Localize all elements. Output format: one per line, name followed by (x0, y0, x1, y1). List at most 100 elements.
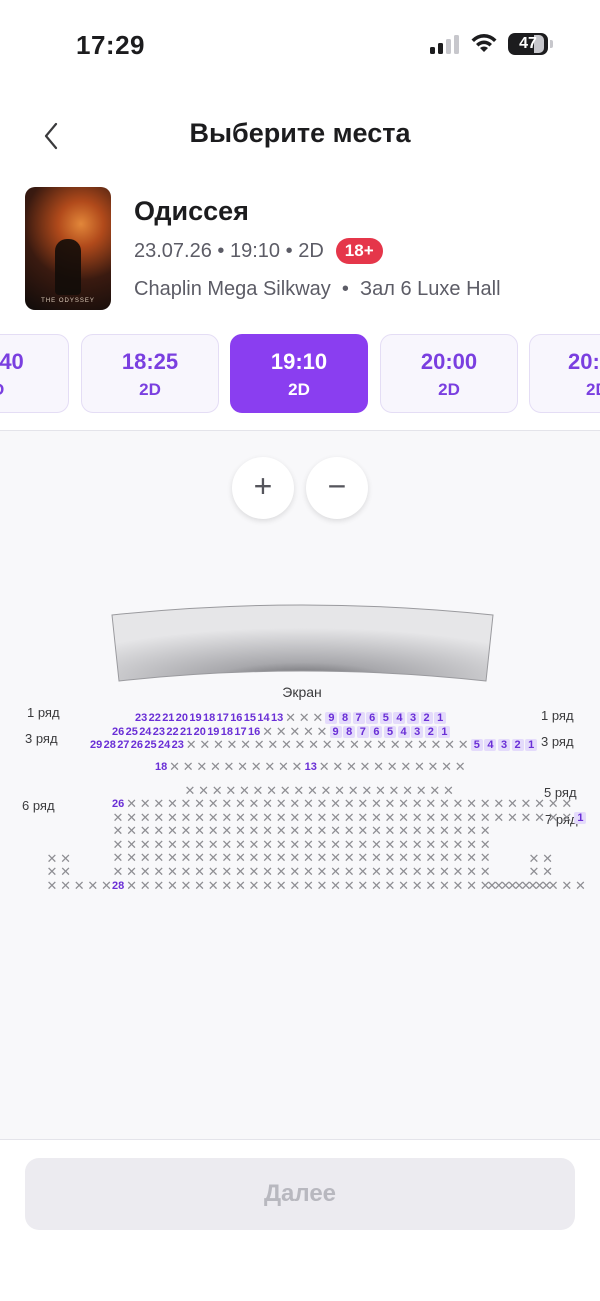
seat-available[interactable]: 1 (434, 712, 447, 724)
seat-taken[interactable]: ✕ (316, 824, 328, 837)
seat-taken[interactable]: ✕ (250, 760, 262, 773)
seat-taken[interactable]: ✕ (454, 760, 466, 773)
seat-taken[interactable]: ✕ (357, 851, 369, 864)
seat-taken[interactable]: ✕ (194, 797, 206, 810)
seat-available[interactable]: 21 (162, 712, 174, 724)
seat-taken[interactable]: ✕ (452, 824, 464, 837)
seat-taken[interactable]: ✕ (425, 879, 437, 892)
seat-taken[interactable]: ✕ (534, 797, 546, 810)
seat-taken[interactable]: ✕ (547, 811, 559, 824)
seat-available[interactable]: 8 (339, 712, 351, 724)
seat-taken[interactable]: ✕ (528, 865, 540, 878)
seat-taken[interactable]: ✕ (153, 865, 165, 878)
seat-taken[interactable]: ✕ (452, 797, 464, 810)
seat-available[interactable]: 4 (484, 739, 497, 751)
seat-taken[interactable]: ✕ (194, 824, 206, 837)
seat-taken[interactable]: ✕ (386, 760, 398, 773)
seat-taken[interactable]: ✕ (398, 865, 410, 878)
zoom-in-button[interactable]: + (232, 457, 294, 519)
seat-taken[interactable]: ✕ (438, 797, 450, 810)
seat-taken[interactable]: ✕ (221, 851, 233, 864)
seat-taken[interactable]: ✕ (411, 865, 423, 878)
seat-taken[interactable]: ✕ (384, 851, 396, 864)
seat-taken[interactable]: ✕ (169, 760, 181, 773)
seat-taken[interactable]: ✕ (139, 824, 151, 837)
seat-taken[interactable]: ✕ (153, 879, 165, 892)
seat-taken[interactable]: ✕ (126, 879, 138, 892)
seat-taken[interactable]: ✕ (248, 879, 260, 892)
seat-taken[interactable]: ✕ (359, 760, 371, 773)
seat-taken[interactable]: ✕ (126, 824, 138, 837)
seat-taken[interactable]: ✕ (126, 851, 138, 864)
seat-taken[interactable]: ✕ (370, 879, 382, 892)
seat-taken[interactable]: ✕ (139, 851, 151, 864)
seat-available[interactable]: 22 (149, 712, 161, 724)
seat-taken[interactable]: ✕ (542, 865, 554, 878)
seat-taken[interactable]: ✕ (345, 760, 357, 773)
seat-available[interactable]: 4 (393, 712, 406, 724)
seat-taken[interactable]: ✕ (335, 738, 347, 751)
seat-taken[interactable]: ✕ (234, 797, 246, 810)
seat-taken[interactable]: ✕ (139, 797, 151, 810)
seat-available[interactable]: 19 (189, 712, 201, 724)
seat-taken[interactable]: ✕ (112, 851, 124, 864)
seat-available[interactable]: 2 (511, 739, 524, 751)
session-option-selected[interactable]: 19:10 2D (230, 334, 368, 413)
seat-taken[interactable]: ✕ (362, 738, 374, 751)
seat-taken[interactable]: ✕ (312, 711, 324, 724)
seat-taken[interactable]: ✕ (153, 797, 165, 810)
seat-taken[interactable]: ✕ (493, 811, 505, 824)
seat-taken[interactable]: ✕ (60, 879, 72, 892)
seat-taken[interactable]: ✕ (262, 824, 274, 837)
seat-taken[interactable]: ✕ (248, 797, 260, 810)
seat-available[interactable]: 24 (158, 739, 170, 751)
seat-taken[interactable]: ✕ (277, 760, 289, 773)
seat-taken[interactable]: ✕ (234, 851, 246, 864)
seat-taken[interactable]: ✕ (574, 879, 586, 892)
seat-taken[interactable]: ✕ (240, 738, 252, 751)
seat-taken[interactable]: ✕ (234, 879, 246, 892)
seat-taken[interactable]: ✕ (46, 879, 58, 892)
seat-available[interactable]: 6 (366, 712, 379, 724)
seat-taken[interactable]: ✕ (267, 738, 279, 751)
seat-taken[interactable]: ✕ (479, 797, 491, 810)
zoom-out-button[interactable]: − (306, 457, 368, 519)
seat-taken[interactable]: ✕ (493, 797, 505, 810)
seat-taken[interactable]: ✕ (416, 738, 428, 751)
seat-taken[interactable]: ✕ (330, 865, 342, 878)
seat-taken[interactable]: ✕ (457, 738, 469, 751)
seat-available[interactable]: 14 (257, 712, 269, 724)
seat-available[interactable]: 28 (104, 739, 116, 751)
seat-taken[interactable]: ✕ (194, 865, 206, 878)
seat-taken[interactable]: ✕ (180, 879, 192, 892)
seat-taken[interactable]: ✕ (479, 851, 491, 864)
seat-taken[interactable]: ✕ (253, 738, 265, 751)
seat-taken[interactable]: ✕ (166, 879, 178, 892)
seat-taken[interactable]: ✕ (112, 824, 124, 837)
seat-taken[interactable]: ✕ (237, 760, 249, 773)
session-option[interactable]: 18:25 2D (81, 334, 219, 413)
seat-taken[interactable]: ✕ (275, 879, 287, 892)
seat-taken[interactable]: ✕ (348, 738, 360, 751)
seat-taken[interactable]: ✕ (332, 760, 344, 773)
seat-taken[interactable]: ✕ (248, 851, 260, 864)
seat-taken[interactable]: ✕ (166, 824, 178, 837)
seat-taken[interactable]: ✕ (60, 865, 72, 878)
seat-taken[interactable]: ✕ (308, 738, 320, 751)
seat-available[interactable]: 3 (407, 712, 419, 724)
seat-taken[interactable]: ✕ (479, 865, 491, 878)
seat-available[interactable]: 22 (166, 726, 178, 738)
seat-taken[interactable]: ✕ (370, 865, 382, 878)
seat-taken[interactable]: ✕ (411, 824, 423, 837)
seat-taken[interactable]: ✕ (316, 879, 328, 892)
seat-taken[interactable]: ✕ (207, 851, 219, 864)
seat-taken[interactable]: ✕ (207, 797, 219, 810)
seat-taken[interactable]: ✕ (438, 851, 450, 864)
seat-taken[interactable]: ✕ (153, 851, 165, 864)
seat-taken[interactable]: ✕ (384, 879, 396, 892)
seat-taken[interactable]: ✕ (513, 879, 525, 892)
seat-taken[interactable]: ✕ (316, 797, 328, 810)
seat-taken[interactable]: ✕ (373, 760, 385, 773)
seat-available[interactable]: 25 (126, 726, 138, 738)
seat-available[interactable]: 28 (112, 880, 124, 892)
